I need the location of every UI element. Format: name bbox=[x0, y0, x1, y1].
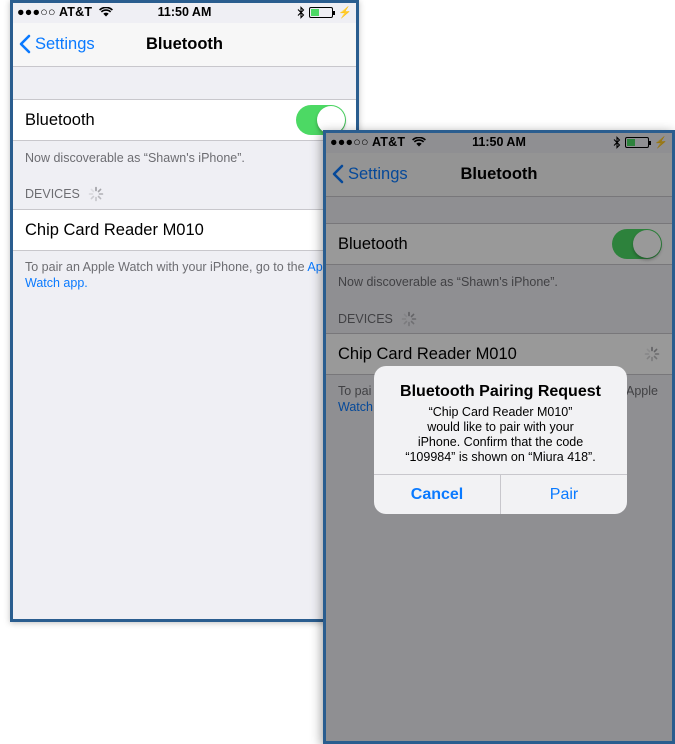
phone-screen-settings: ●●●○○ AT&T 11:50 AM ⚡ Settings Bluetooth… bbox=[10, 0, 359, 622]
alert-title: Bluetooth Pairing Request bbox=[400, 383, 601, 400]
page-title: Bluetooth bbox=[146, 35, 223, 53]
device-row[interactable]: Chip Card Reader M010 bbox=[13, 209, 356, 251]
discoverable-text: Now discoverable as “Shawn's iPhone”. bbox=[25, 151, 245, 165]
pairing-alert-dialog: Bluetooth Pairing Request “Chip Card Rea… bbox=[374, 366, 627, 514]
alert-message: “Chip Card Reader M010” would like to pa… bbox=[405, 405, 596, 464]
navigation-bar: Settings Bluetooth bbox=[13, 23, 356, 67]
charging-bolt-icon: ⚡ bbox=[338, 7, 352, 19]
bluetooth-icon bbox=[297, 6, 305, 19]
pair-button[interactable]: Pair bbox=[501, 475, 627, 514]
loading-spinner-icon bbox=[88, 186, 104, 202]
battery-icon bbox=[309, 7, 336, 18]
devices-header: DEVICES bbox=[25, 186, 104, 202]
phone-screen-pairing: ●●●○○ AT&T 11:50 AM ⚡ Settings Bluetooth… bbox=[323, 130, 675, 744]
status-bar: ●●●○○ AT&T 11:50 AM ⚡ bbox=[13, 3, 356, 23]
bluetooth-toggle-row: Bluetooth bbox=[13, 99, 356, 141]
devices-header-label: DEVICES bbox=[25, 187, 80, 201]
apple-watch-hint-text: To pair an Apple Watch with your iPhone,… bbox=[25, 260, 308, 274]
cancel-button[interactable]: Cancel bbox=[374, 475, 501, 514]
alert-button-bar: Cancel Pair bbox=[374, 474, 627, 514]
bluetooth-label: Bluetooth bbox=[25, 110, 95, 129]
device-name: Chip Card Reader M010 bbox=[25, 220, 204, 239]
apple-watch-hint: To pair an Apple Watch with your iPhone,… bbox=[25, 259, 348, 291]
